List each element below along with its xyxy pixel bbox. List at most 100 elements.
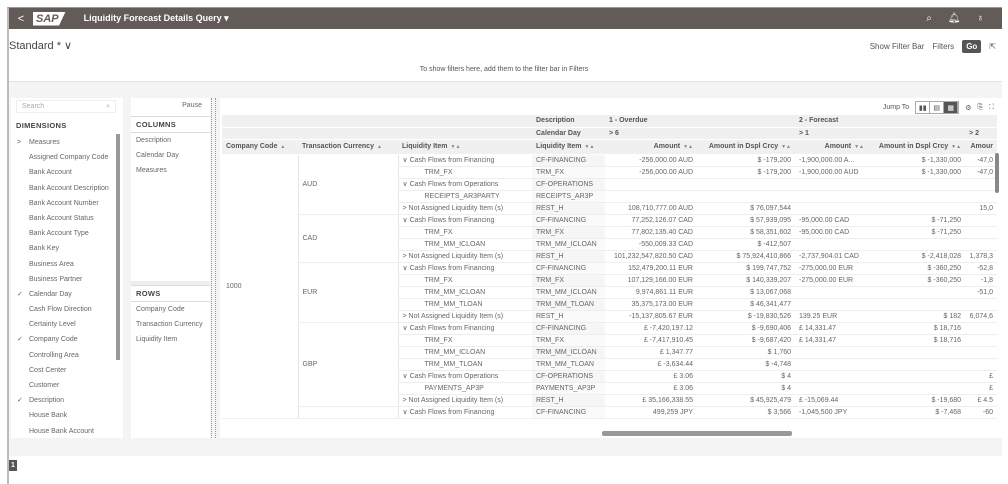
dimension-item[interactable]: > Measures [17,135,109,150]
vertical-scrollbar[interactable] [995,153,999,193]
day-group-header[interactable]: > 1 [795,127,966,140]
liquidity-item-cell[interactable]: TRM_MM_TLOAN [398,298,532,311]
back-button[interactable]: < [9,13,33,25]
page-indicator[interactable]: 1 [9,460,17,471]
search-icon[interactable]: ⌕ [106,103,110,110]
liquidity-item-cell[interactable]: TRM_MM_ICLOAN [398,346,532,359]
day-group-header[interactable]: > 2 [965,127,998,140]
dimension-item[interactable]: Bank Account Type [17,226,109,241]
dimension-item[interactable]: Business Partner [17,272,109,287]
dimension-item[interactable]: Cash Flow Direction [17,302,109,317]
liquidity-item-cell[interactable]: ∨ Cash Flows from Operations [398,370,532,383]
variant-selector[interactable]: Standard * ∨ [9,39,72,52]
sort-icon[interactable]: ▼▲ [781,144,791,150]
liquidity-item-cell[interactable]: ∨ Cash Flows from Operations [398,178,532,191]
bell-icon[interactable]: 🔔︎ [948,13,961,24]
liquidity-item-cell[interactable]: ∨ Cash Flows from Financing [398,322,532,335]
liquidity-item-cell[interactable]: > Not Assigned Liquidity Item (s) [398,202,532,215]
dimension-search-input[interactable]: Search ⌕ [16,100,116,113]
dimension-item[interactable]: Bank Account [17,165,109,180]
liquidity-item-cell[interactable]: TRM_FX [398,334,532,347]
export-icon[interactable]: ⎘ [977,104,983,112]
dimension-item[interactable]: Cost Center [17,363,109,378]
horizontal-scrollbar[interactable] [602,431,792,436]
table-view-icon[interactable]: ▦ [944,102,959,113]
sap-logo[interactable]: SAP [33,11,66,26]
day-group-header[interactable]: > 6 [605,127,796,140]
pause-button[interactable]: Pause [182,102,202,109]
column-header[interactable]: Amount in Dspl Crcy ▼▲ [868,139,966,155]
panel-splitter[interactable] [211,98,216,438]
column-header[interactable]: Company Code ▲ [222,139,298,155]
jump-to-button[interactable]: Jump To [883,104,909,111]
column-group-header[interactable] [965,115,998,128]
liquidity-item-cell[interactable]: PAYMENTS_AP3P [398,382,532,395]
column-field[interactable]: Measures [131,163,210,178]
liquidity-item-cell[interactable]: TRM_MM_ICLOAN [398,286,532,299]
column-header[interactable]: Amount ▼▲ [795,139,869,155]
dimension-item[interactable]: Business Area [17,257,109,272]
row-field[interactable]: Liquidity Item [131,332,210,347]
column-header[interactable]: Liquidity Item ▼▲ [532,139,605,155]
sort-icon[interactable]: ▼▲ [585,144,595,150]
column-header[interactable]: Amour [965,139,998,155]
sort-icon[interactable]: ▼▲ [854,144,864,150]
dimension-item[interactable]: Assigned Company Code [17,150,109,165]
row-field[interactable]: Transaction Currency [131,317,210,332]
column-header[interactable]: Transaction Currency ▲ [298,139,398,155]
sort-icon[interactable]: ▲ [280,144,285,150]
liquidity-item-cell[interactable]: TRM_FX [398,274,532,287]
liquidity-item-cell[interactable]: TRM_FX [398,226,532,239]
show-filter-bar-button[interactable]: Show Filter Bar [870,42,925,51]
dimension-item[interactable]: Bank Key [17,241,109,256]
dimension-item[interactable]: Customer [17,378,109,393]
column-header[interactable]: Amount in Dspl Crcy ▼▲ [697,139,796,155]
dimension-item[interactable]: House Bank Account [17,424,109,439]
dimension-item[interactable]: ✓ Calendar Day [17,287,109,302]
sort-icon[interactable]: ▼▲ [683,144,693,150]
dimension-scrollbar[interactable] [116,134,120,360]
chart-view-icon[interactable]: ▮▮ [916,102,931,113]
dimension-item[interactable]: ✓ Description [17,393,109,408]
share-icon[interactable]: ⇱ [989,42,996,51]
fullscreen-icon[interactable]: ⛶ [989,104,994,112]
column-group-header[interactable]: 1 - Overdue [605,115,796,128]
row-field[interactable]: Company Code [131,302,210,317]
liquidity-item-cell[interactable]: RECEIPTS_AR3PARTY [398,190,532,203]
liquidity-item-cell[interactable]: TRM_FX [398,166,532,179]
column-field[interactable]: Calendar Day [131,148,210,163]
column-header[interactable]: Liquidity Item ▼▲ [398,139,532,155]
amount-cell: 101,232,547,820.50 CAD [605,250,697,263]
column-field[interactable]: Description [131,133,210,148]
liquidity-item-cell[interactable]: > Not Assigned Liquidity Item (s) [398,310,532,323]
sort-icon[interactable]: ▼▲ [951,144,961,150]
dimension-item[interactable]: Bank Account Description [17,181,109,196]
filters-button[interactable]: Filters [932,42,954,51]
dimension-item[interactable]: ✓ Company Code [17,332,109,347]
amount-cell: -60 [965,406,998,419]
sort-icon[interactable]: ▼▲ [451,144,461,150]
amount-cell [965,298,998,311]
dimension-item[interactable]: Controlling Area [17,348,109,363]
search-icon[interactable]: ⌕ [926,13,932,24]
dimension-item[interactable]: Bank Account Status [17,211,109,226]
dimension-item[interactable]: Bank Account Number [17,196,109,211]
settings-icon[interactable]: ⚙ [965,104,971,112]
column-group-header[interactable]: 2 - Forecast [795,115,966,128]
liquidity-item-cell[interactable]: > Not Assigned Liquidity Item (s) [398,250,532,263]
dimension-item[interactable]: Certainty Level [17,317,109,332]
sort-icon[interactable]: ▲ [377,144,382,150]
liquidity-item-cell[interactable]: TRM_MM_TLOAN [398,358,532,371]
liquidity-item-cell[interactable]: > Not Assigned Liquidity Item (s) [398,394,532,407]
liquidity-item-cell[interactable]: ∨ Cash Flows from Financing [398,214,532,227]
column-header[interactable]: Amount ▼▲ [605,139,697,155]
chart-table-view-icon[interactable]: ▤ [930,102,945,113]
liquidity-item-cell[interactable]: ∨ Cash Flows from Financing [398,262,532,275]
liquidity-item-cell[interactable]: ∨ Cash Flows from Financing [398,406,532,419]
user-icon[interactable]: ♁ [977,13,985,24]
go-button[interactable]: Go [962,40,982,53]
liquidity-item-cell[interactable]: ∨ Cash Flows from Financing [398,154,532,167]
liquidity-item-cell[interactable]: TRM_MM_ICLOAN [398,238,532,251]
app-title-menu[interactable]: Liquidity Forecast Details Query ▾ [84,13,229,24]
dimension-item[interactable]: House Bank [17,408,109,423]
